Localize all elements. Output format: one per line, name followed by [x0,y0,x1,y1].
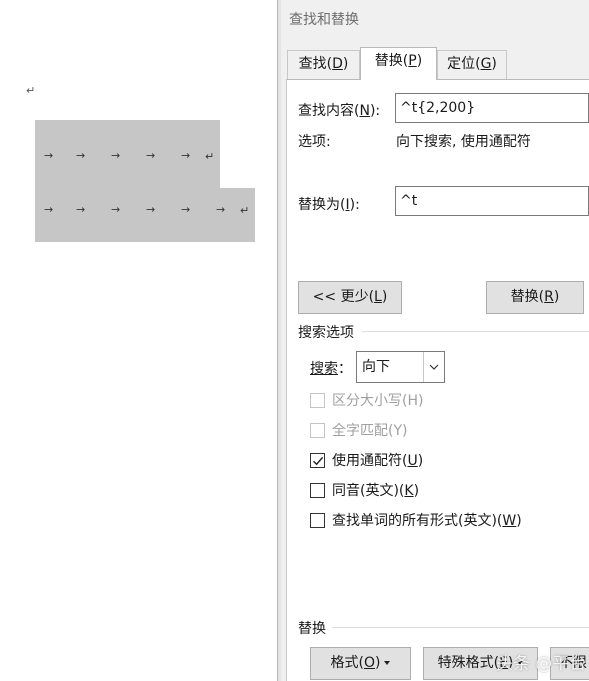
tab-find[interactable]: 查找(D) [287,50,360,79]
tab-find-suffix: ) [342,56,349,72]
tab-mark: → [44,149,54,162]
replace-with-input[interactable] [395,186,589,216]
search-direction-select[interactable]: 向下 [356,351,445,383]
watermark-text: 头条 @平台 [496,654,587,674]
format-button[interactable]: 格式(O) [310,647,411,680]
match-case-checkbox[interactable] [310,393,325,408]
paragraph-mark: ↵ [240,204,250,217]
replace-section-divider [332,627,589,628]
tab-mark: → [111,203,121,216]
use-wildcards-label: 使用通配符(U) [332,453,424,469]
sounds-like-label: 同音(英文)(K) [332,483,420,499]
less-button[interactable]: << 更少(L) [298,281,402,314]
replace-section-title: 替换 [298,621,326,637]
selection-highlight [35,120,220,242]
tab-replace-label: 替换( [374,53,409,69]
tab-mark: → [76,149,86,162]
checkmark-icon [313,456,324,466]
find-what-input[interactable] [395,93,589,123]
tab-replace[interactable]: 替换(P) [360,47,437,80]
dialog-title: 查找和替换 [289,12,359,28]
chevron-down-icon[interactable] [423,352,444,382]
search-options-title: 搜索选项 [298,325,354,341]
use-wildcards-checkbox[interactable] [310,453,325,468]
options-value: 向下搜索, 使用通配符 [396,134,531,150]
sounds-like-checkbox[interactable] [310,483,325,498]
dropdown-arrow-icon [384,661,391,665]
whole-word-label: 全字匹配(Y) [332,423,408,439]
search-direction-label: 搜索： [310,361,352,377]
tab-mark: → [181,149,191,162]
tab-goto-label: 定位( [447,56,481,72]
tab-mark: → [146,203,156,216]
whole-word-checkbox[interactable] [310,423,325,438]
all-word-forms-checkbox[interactable] [310,513,325,528]
tab-mark: → [44,203,54,216]
tab-find-label: 查找( [298,56,333,72]
tab-goto[interactable]: 定位(G) [437,50,507,79]
search-options-divider [362,331,589,332]
paragraph-mark: ↵ [26,84,36,97]
tab-find-accesskey: D [332,56,343,72]
all-word-forms-label: 查找单词的所有形式(英文)(W) [332,513,522,529]
tab-mark: → [111,149,121,162]
match-case-label: 区分大小写(H) [332,393,424,409]
search-direction-value: 向下 [362,359,390,375]
options-label: 选项: [298,134,331,150]
replace-with-label: 替换为(I): [298,197,360,213]
replace-button[interactable]: 替换(R) [486,281,584,314]
tab-mark: → [146,149,156,162]
tab-goto-suffix: ) [491,56,497,72]
paragraph-mark: ↵ [205,150,215,163]
document-canvas[interactable]: ↵ → → → → → ↵ → → → → → → ↵ [0,0,277,681]
tab-mark: → [181,203,191,216]
tab-mark: → [216,203,226,216]
find-what-label: 查找内容(N): [298,103,381,119]
tab-replace-suffix: ) [416,53,423,69]
tab-goto-accesskey: G [480,56,492,72]
tab-replace-accesskey: P [408,53,417,69]
tab-mark: → [76,203,86,216]
watermark: 头条 @平台 [452,645,589,681]
selection-highlight-tail [220,188,255,242]
